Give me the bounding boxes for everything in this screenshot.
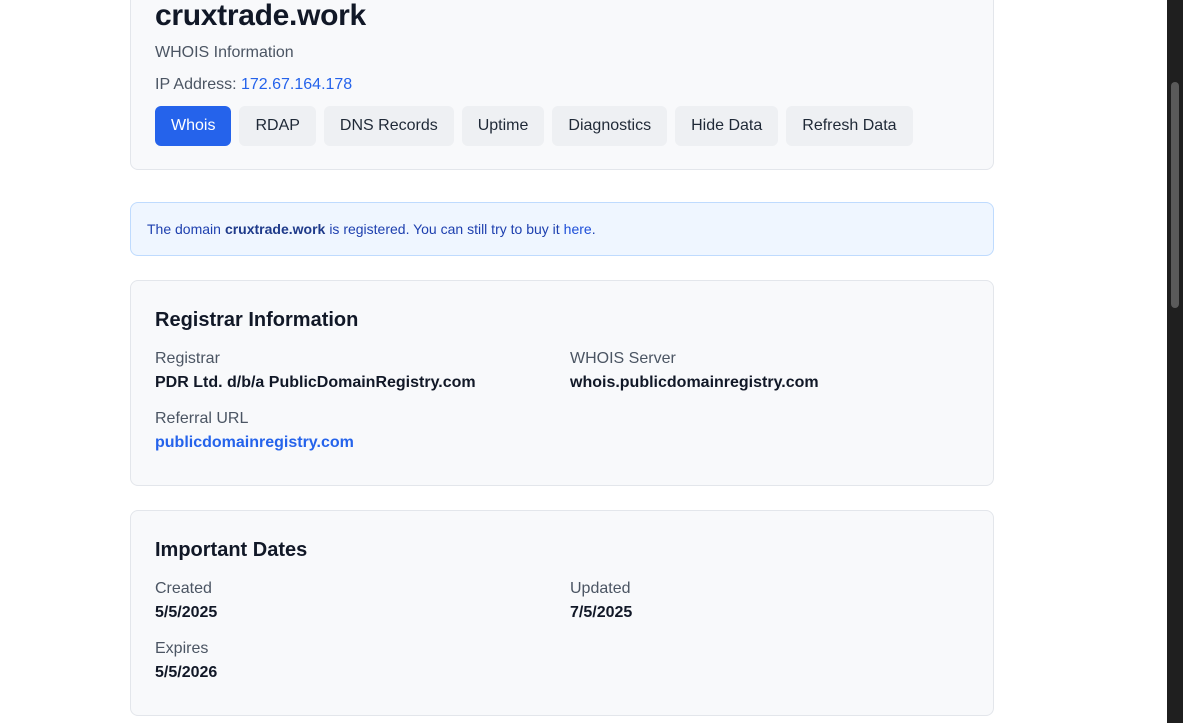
registrar-section-title: Registrar Information [155,309,359,331]
expires-value: 5/5/2026 [155,664,218,681]
whois-server-label: WHOIS Server [570,350,676,367]
hide-data-button[interactable]: Hide Data [675,106,779,146]
notice-prefix: The domain [147,221,221,237]
ip-address-line: IP Address: 172.67.164.178 [155,75,969,95]
expires-date-field: Expires 5/5/2026 [155,639,570,683]
scrollbar-thumb[interactable] [1171,82,1179,308]
whois-server-field: WHOIS Server whois.publicdomainregistry.… [570,349,985,393]
page-viewport: cruxtrade.work WHOIS Information IP Addr… [0,0,1183,723]
whois-server-value: whois.publicdomainregistry.com [570,374,819,391]
notice-domain: cruxtrade.work [224,221,326,237]
dates-fields: Created 5/5/2025 Updated 7/5/2025 Expire… [155,579,969,683]
tab-uptime[interactable]: Uptime [461,106,545,146]
referral-url-field: Referral URL publicdomainregistry.com [155,409,570,453]
page-subtitle: WHOIS Information [155,44,294,61]
tab-bar: Whois RDAP DNS Records Uptime Diagnostic… [155,106,913,146]
created-label: Created [155,580,212,597]
notice-middle: is registered. You can still try to buy … [329,221,560,237]
buy-domain-link[interactable]: here [564,221,592,237]
registrar-fields: Registrar PDR Ltd. d/b/a PublicDomainReg… [155,349,969,453]
refresh-data-button[interactable]: Refresh Data [786,106,913,146]
registrar-field: Registrar PDR Ltd. d/b/a PublicDomainReg… [155,349,570,393]
referral-url-label: Referral URL [155,410,249,427]
ip-address-label: IP Address: [155,76,237,93]
domain-title: cruxtrade.work [155,0,366,32]
updated-date-field: Updated 7/5/2025 [570,579,985,623]
ip-address-value[interactable]: 172.67.164.178 [241,76,352,93]
created-date-field: Created 5/5/2025 [155,579,570,623]
registrar-value: PDR Ltd. d/b/a PublicDomainRegistry.com [155,374,476,391]
notice-suffix: . [591,221,596,237]
referral-url-link[interactable]: publicdomainregistry.com [155,433,570,453]
registrar-information-card: Registrar Information Registrar PDR Ltd.… [130,280,994,486]
tab-whois[interactable]: Whois [155,106,232,146]
tab-diagnostics[interactable]: Diagnostics [552,106,668,146]
important-dates-card: Important Dates Created 5/5/2025 Updated… [130,510,994,716]
created-value: 5/5/2025 [155,604,218,621]
updated-value: 7/5/2025 [570,604,633,621]
dates-section-title: Important Dates [155,539,308,561]
tab-dns-records[interactable]: DNS Records [323,106,454,146]
expires-label: Expires [155,640,209,657]
registration-notice: The domain cruxtrade.work is registered.… [130,202,994,256]
updated-label: Updated [570,580,631,597]
domain-header-card: cruxtrade.work WHOIS Information IP Addr… [130,0,994,170]
scrollbar-track[interactable] [1167,0,1183,723]
tab-rdap[interactable]: RDAP [239,106,316,146]
registrar-label: Registrar [155,350,220,367]
